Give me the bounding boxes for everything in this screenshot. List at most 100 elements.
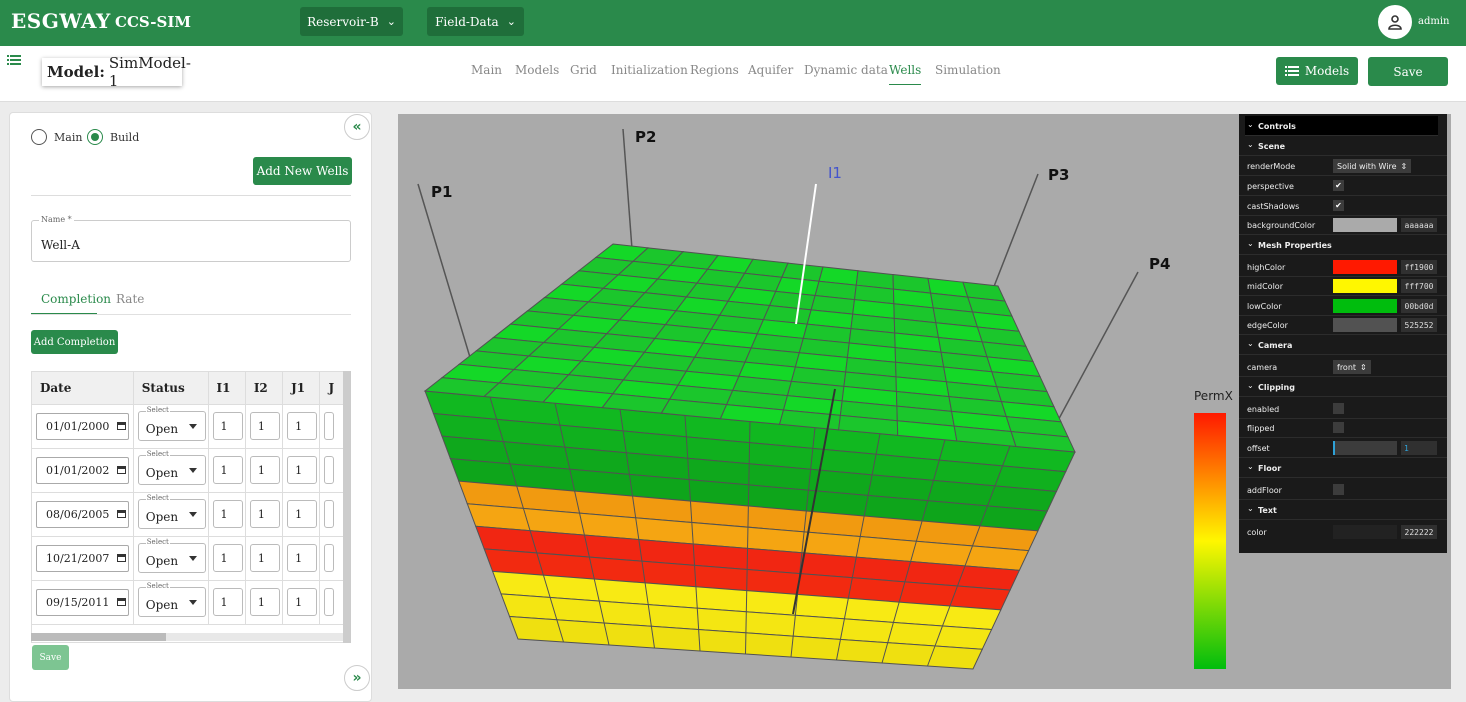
calendar-icon[interactable] xyxy=(117,510,126,518)
date-input[interactable]: 09/15/2011 xyxy=(36,589,129,616)
i1-input[interactable]: 1 xyxy=(213,500,243,528)
menu-list-icon[interactable] xyxy=(7,55,21,65)
i1-input[interactable]: 1 xyxy=(213,412,243,440)
calendar-icon[interactable] xyxy=(117,422,126,430)
j2-input[interactable] xyxy=(324,412,334,440)
i2-input[interactable]: 1 xyxy=(250,456,280,484)
text-color-swatch[interactable] xyxy=(1333,525,1397,539)
status-select[interactable]: SelectOpen xyxy=(138,499,206,529)
i2-input[interactable]: 1 xyxy=(250,500,280,528)
avatar[interactable] xyxy=(1378,5,1412,39)
expand-right-icon[interactable]: » xyxy=(344,665,370,691)
models-button[interactable]: Models xyxy=(1276,57,1358,85)
date-input[interactable]: 01/01/2000 xyxy=(36,413,129,440)
edge-color-hex[interactable]: 525252 xyxy=(1401,318,1437,332)
j2-input[interactable] xyxy=(324,500,334,528)
j2-input[interactable] xyxy=(324,456,334,484)
folder-text[interactable]: ⌄ Text xyxy=(1239,500,1447,520)
tab-main[interactable]: Main xyxy=(471,63,502,77)
status-select[interactable]: SelectOpen xyxy=(138,411,206,441)
calendar-icon[interactable] xyxy=(117,598,126,606)
clip-offset-slider[interactable] xyxy=(1333,441,1397,455)
mid-color-swatch[interactable] xyxy=(1333,279,1397,293)
i2-input[interactable]: 1 xyxy=(250,544,280,572)
tab-rate[interactable]: Rate xyxy=(116,292,144,306)
i1-input[interactable]: 1 xyxy=(213,544,243,572)
folder-mesh[interactable]: ⌄ Mesh Properties xyxy=(1239,235,1447,255)
calendar-icon[interactable] xyxy=(117,466,126,474)
camera-select[interactable]: front⇕ xyxy=(1333,360,1371,374)
cast-shadows-checkbox[interactable]: ✔ xyxy=(1333,200,1344,211)
j2-input[interactable] xyxy=(324,544,334,572)
controls-title[interactable]: ⌄ Controls xyxy=(1245,116,1438,136)
date-input[interactable]: 10/21/2007 xyxy=(36,545,129,572)
date-input[interactable]: 08/06/2005 xyxy=(36,501,129,528)
j1-input[interactable]: 1 xyxy=(287,544,317,572)
tab-initialization[interactable]: Initialization xyxy=(611,63,688,77)
table-vertical-scrollbar[interactable] xyxy=(343,371,351,643)
col-j1: J1 xyxy=(283,372,320,404)
tab-grid[interactable]: Grid xyxy=(570,63,597,77)
tab-dynamic-data[interactable]: Dynamic data xyxy=(804,63,888,77)
username[interactable]: admin xyxy=(1418,16,1449,27)
i2-input[interactable]: 1 xyxy=(250,412,280,440)
folder-floor[interactable]: ⌄ Floor xyxy=(1239,458,1447,478)
j2-input[interactable] xyxy=(324,588,334,616)
high-color-swatch[interactable] xyxy=(1333,260,1397,274)
clip-offset-value[interactable]: 1 xyxy=(1401,441,1437,455)
edge-color-swatch[interactable] xyxy=(1333,318,1397,332)
status-select[interactable]: SelectOpen xyxy=(138,455,206,485)
save-completion-button[interactable]: Save xyxy=(32,645,69,670)
low-color-label: lowColor xyxy=(1247,302,1282,311)
brand-logo[interactable]: ESGWAY xyxy=(11,9,111,33)
folder-scene[interactable]: ⌄ Scene xyxy=(1239,136,1447,156)
save-button[interactable]: Save xyxy=(1368,57,1448,86)
tab-models[interactable]: Models xyxy=(515,63,559,77)
date-input[interactable]: 01/01/2002 xyxy=(36,457,129,484)
well-name-label: Name * xyxy=(39,215,74,224)
status-value: Open xyxy=(146,510,178,524)
well-name-field[interactable]: Name * Well-A xyxy=(31,220,351,262)
clip-flipped-checkbox[interactable] xyxy=(1333,422,1344,433)
status-select[interactable]: SelectOpen xyxy=(138,543,206,573)
render-mode-select[interactable]: Solid with Wire⇕ xyxy=(1333,159,1411,173)
tab-simulation[interactable]: Simulation xyxy=(935,63,1001,77)
chevron-down-icon: ⌄ xyxy=(1247,462,1254,471)
add-new-wells-button[interactable]: Add New Wells xyxy=(253,157,352,185)
j1-input[interactable]: 1 xyxy=(287,456,317,484)
i2-input[interactable]: 1 xyxy=(250,588,280,616)
add-completion-button[interactable]: Add Completion xyxy=(31,330,118,354)
tab-completion[interactable]: Completion xyxy=(41,292,111,306)
folder-camera[interactable]: ⌄ Camera xyxy=(1239,335,1447,355)
add-floor-checkbox[interactable] xyxy=(1333,484,1344,495)
clip-enabled-checkbox[interactable] xyxy=(1333,403,1344,414)
tab-wells[interactable]: Wells xyxy=(889,63,921,85)
tab-aquifer[interactable]: Aquifer xyxy=(748,63,793,77)
folder-clipping[interactable]: ⌄ Clipping xyxy=(1239,377,1447,397)
scrollbar-thumb[interactable] xyxy=(31,633,166,641)
j1-input[interactable]: 1 xyxy=(287,588,317,616)
background-color-hex[interactable]: aaaaaa xyxy=(1401,218,1437,232)
radio-build[interactable]: Build xyxy=(87,129,139,145)
perspective-checkbox[interactable]: ✔ xyxy=(1333,180,1344,191)
low-color-swatch[interactable] xyxy=(1333,299,1397,313)
j1-input[interactable]: 1 xyxy=(287,412,317,440)
well-p2 xyxy=(623,129,632,249)
high-color-hex[interactable]: ff1900 xyxy=(1401,260,1437,274)
collapse-left-icon[interactable]: « xyxy=(344,114,370,140)
table-scrollbar[interactable] xyxy=(31,633,351,641)
reservoir-dropdown[interactable]: Reservoir-B ⌄ xyxy=(300,7,403,36)
mid-color-hex[interactable]: fff700 xyxy=(1401,279,1437,293)
tab-regions[interactable]: Regions xyxy=(690,63,739,77)
text-color-hex[interactable]: 222222 xyxy=(1401,525,1437,539)
background-color-swatch[interactable] xyxy=(1333,218,1397,232)
i1-input[interactable]: 1 xyxy=(213,588,243,616)
radio-main[interactable]: Main xyxy=(31,129,82,145)
i1-input[interactable]: 1 xyxy=(213,456,243,484)
status-select[interactable]: SelectOpen xyxy=(138,587,206,617)
calendar-icon[interactable] xyxy=(117,554,126,562)
j1-input[interactable]: 1 xyxy=(287,500,317,528)
j1-cell: 1 xyxy=(283,536,320,580)
field-dropdown[interactable]: Field-Data ⌄ xyxy=(427,7,524,36)
low-color-hex[interactable]: 00bd0d xyxy=(1401,299,1437,313)
